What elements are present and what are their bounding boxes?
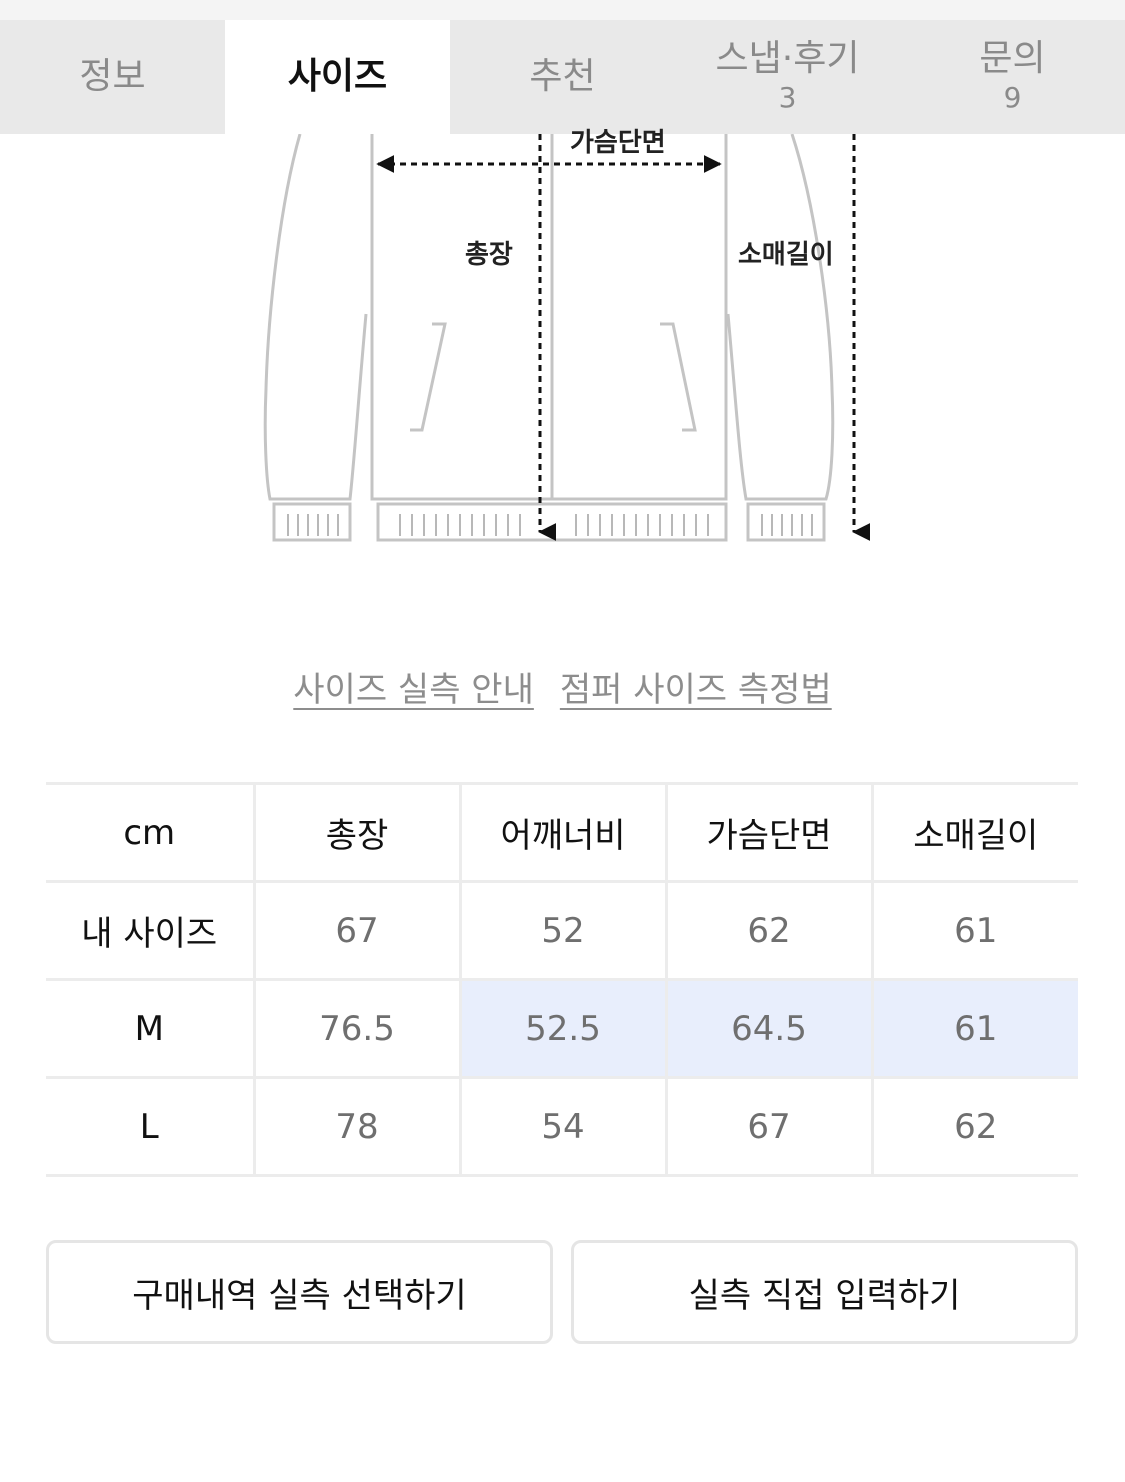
- table-cell: 76.5: [252, 978, 460, 1078]
- tab-label: 정보: [79, 56, 146, 97]
- table-cell: 67: [252, 880, 460, 980]
- chest-label: 가슴단면: [570, 128, 666, 158]
- row-label: L: [46, 1076, 254, 1177]
- table-cell-highlighted: 61: [870, 978, 1078, 1078]
- header-shoulder-width: 어깨너비: [458, 782, 666, 882]
- size-measure-guide-link[interactable]: 사이즈 실측 안내: [293, 662, 534, 711]
- table-cell: 61: [870, 880, 1078, 980]
- jacket-measurement-diagram: 가슴단면 총장 소매길이: [240, 128, 900, 554]
- select-from-purchase-history-button[interactable]: 구매내역 실측 선택하기: [46, 1240, 553, 1344]
- header-sleeve-length: 소매길이: [870, 782, 1078, 882]
- row-label: M: [46, 978, 254, 1078]
- tab-snap-review[interactable]: 스냅·후기 3: [675, 20, 900, 134]
- length-label: 총장: [465, 240, 513, 270]
- tab-label: 추천: [529, 56, 596, 97]
- direct-input-measurement-button[interactable]: 실측 직접 입력하기: [571, 1240, 1078, 1344]
- row-label: 내 사이즈: [46, 880, 254, 980]
- table-cell-highlighted: 64.5: [664, 978, 872, 1078]
- jumper-measure-method-link[interactable]: 점퍼 사이즈 측정법: [560, 662, 832, 711]
- table-row: 내 사이즈 67 52 62 61: [46, 880, 1078, 980]
- sleeve-length-label: 소매길이: [738, 240, 834, 270]
- table-cell: 54: [458, 1076, 666, 1177]
- header-chest-width: 가슴단면: [664, 782, 872, 882]
- tab-label: 스냅·후기: [715, 38, 860, 79]
- tab-recommend[interactable]: 추천: [450, 20, 675, 134]
- table-cell: 62: [664, 880, 872, 980]
- table-cell: 67: [664, 1076, 872, 1177]
- table-cell: 52: [458, 880, 666, 980]
- tab-label: 사이즈: [287, 56, 388, 97]
- size-table: cm 총장 어깨너비 가슴단면 소매길이 내 사이즈 67 52 62 61 M…: [46, 782, 1078, 1177]
- top-strip: [0, 0, 1125, 20]
- table-row: M 76.5 52.5 64.5 61: [46, 978, 1078, 1078]
- tab-count: 9: [1003, 81, 1022, 114]
- table-row: L 78 54 67 62: [46, 1076, 1078, 1177]
- header-unit: cm: [46, 782, 254, 882]
- header-total-length: 총장: [252, 782, 460, 882]
- tab-label: 문의: [979, 38, 1046, 79]
- tab-inquiry[interactable]: 문의 9: [900, 20, 1125, 134]
- action-buttons: 구매내역 실측 선택하기 실측 직접 입력하기: [46, 1240, 1078, 1344]
- table-cell-highlighted: 52.5: [458, 978, 666, 1078]
- table-cell: 78: [252, 1076, 460, 1177]
- tab-size[interactable]: 사이즈: [225, 20, 450, 134]
- tab-bar: 정보 사이즈 추천 스냅·후기 3 문의 9: [0, 20, 1125, 134]
- tab-count: 3: [778, 81, 797, 114]
- table-header-row: cm 총장 어깨너비 가슴단면 소매길이: [46, 782, 1078, 882]
- tab-info[interactable]: 정보: [0, 20, 225, 134]
- jacket-illustration: [263, 133, 871, 542]
- table-cell: 62: [870, 1076, 1078, 1177]
- size-guide-links: 사이즈 실측 안내 점퍼 사이즈 측정법: [0, 662, 1125, 711]
